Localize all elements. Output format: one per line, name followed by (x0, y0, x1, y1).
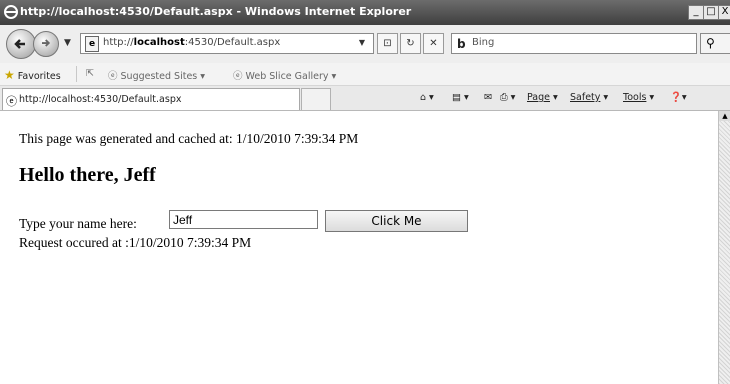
new-tab-button[interactable] (301, 88, 331, 110)
search-button[interactable]: ⚲ (700, 33, 730, 54)
compatibility-view-icon[interactable]: ⊡ (377, 33, 398, 54)
address-bar[interactable]: e http://localhost:4530/Default.aspx (80, 33, 374, 54)
page-menu[interactable]: Page ▾ (527, 92, 558, 103)
star-icon: ★ (4, 68, 15, 82)
search-box[interactable]: b Bing (451, 33, 697, 54)
tools-menu[interactable]: Tools ▾ (623, 92, 654, 103)
scroll-up-icon[interactable]: ▲ (719, 111, 730, 121)
window-title-bar: http://localhost:4530/Default.aspx - Win… (0, 0, 730, 25)
address-url: http://localhost:4530/Default.aspx (103, 37, 281, 48)
click-me-button[interactable]: Click Me (325, 210, 468, 232)
forward-arrow-icon (42, 39, 51, 47)
close-button[interactable]: X (718, 5, 730, 20)
divider (76, 66, 77, 82)
tab-title: http://localhost:4530/Default.aspx (19, 94, 182, 105)
back-arrow-icon (14, 39, 25, 49)
web-slice-gallery-item[interactable]: ⓔ Web Slice Gallery ▾ (233, 68, 336, 82)
vertical-scrollbar[interactable]: ▲ (718, 111, 730, 384)
favorites-bar: ★ Favorites ⇱ ⓔ Suggested Sites ▾ ⓔ Web … (0, 63, 730, 86)
history-dropdown-icon[interactable]: ▼ (64, 38, 71, 48)
home-icon[interactable]: ⌂ ▾ (420, 92, 434, 103)
back-button[interactable] (6, 29, 36, 59)
name-prompt-label: Type your name here: (19, 216, 137, 231)
print-icon[interactable]: ⎙ ▾ (500, 92, 515, 103)
tab-default[interactable]: ⓔ http://localhost:4530/Default.aspx (2, 88, 300, 110)
search-placeholder: Bing (472, 37, 495, 48)
mail-icon[interactable]: ✉ (484, 92, 492, 103)
safety-menu[interactable]: Safety ▾ (570, 92, 608, 103)
address-dropdown-icon[interactable]: ▼ (355, 34, 369, 51)
add-favorites-icon[interactable]: ⇱ (86, 68, 94, 79)
ie-page-icon: ⓔ (6, 95, 17, 108)
maximize-button[interactable]: □ (703, 5, 719, 20)
window-title: http://localhost:4530/Default.aspx - Win… (20, 5, 412, 18)
address-toolbar: ▼ e http://localhost:4530/Default.aspx ▼… (0, 25, 730, 63)
help-icon[interactable]: ❓▾ (670, 92, 687, 103)
minimize-button[interactable]: _ (688, 5, 704, 20)
name-input[interactable] (169, 210, 318, 229)
forward-button[interactable] (33, 31, 59, 57)
favorites-button[interactable]: ★ Favorites (4, 68, 61, 82)
suggested-sites-item[interactable]: ⓔ Suggested Sites ▾ (108, 68, 205, 82)
request-timestamp: Request occured at :1/10/2010 7:39:34 PM (19, 235, 252, 250)
ie-logo-icon (4, 5, 18, 19)
feeds-icon[interactable]: ▤ ▾ (452, 92, 469, 103)
page-content: This page was generated and cached at: 1… (0, 111, 718, 384)
greeting-heading: Hello there, Jeff (19, 164, 156, 186)
page-icon: e (85, 36, 99, 52)
stop-icon[interactable]: ✕ (423, 33, 444, 54)
cached-timestamp: This page was generated and cached at: 1… (19, 131, 359, 146)
refresh-icon[interactable]: ↻ (400, 33, 421, 54)
tab-bar: ⓔ http://localhost:4530/Default.aspx ⌂ ▾… (0, 86, 730, 111)
bing-icon: b (457, 37, 466, 51)
